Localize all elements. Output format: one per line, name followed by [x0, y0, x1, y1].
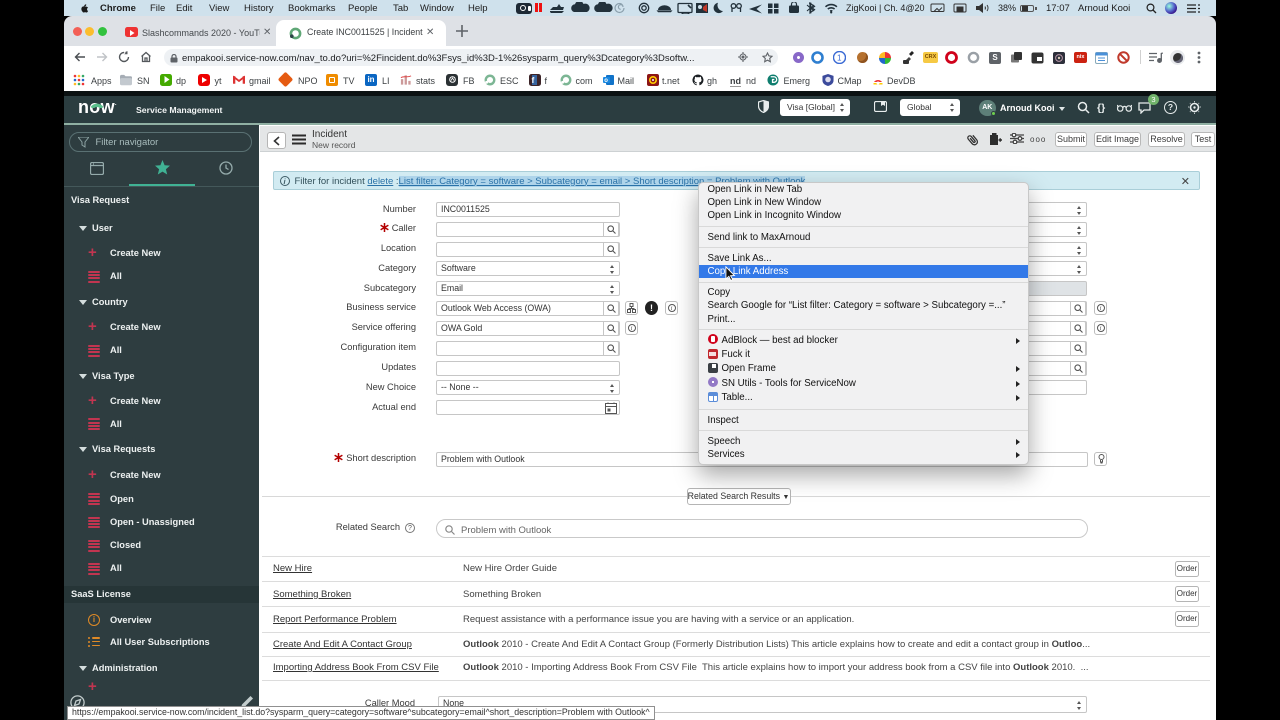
svg-text:1: 1 — [837, 54, 842, 63]
svg-text:o: o — [604, 78, 608, 84]
